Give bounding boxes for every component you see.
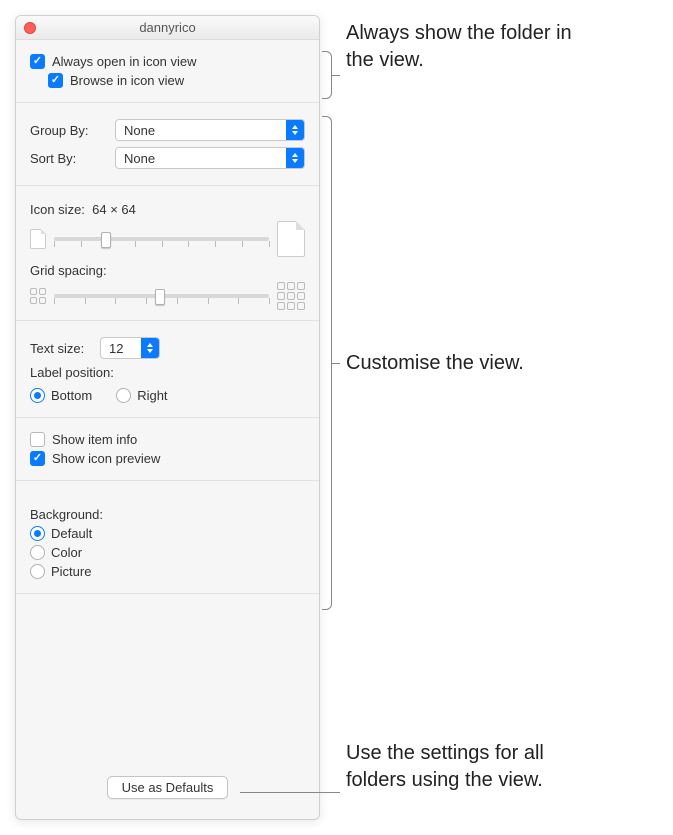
section-background: Background: Default Color Picture [16, 481, 319, 594]
label-pos-bottom-radio[interactable] [30, 388, 45, 403]
chevron-updown-icon [286, 120, 304, 140]
leader-top [332, 75, 340, 76]
section-show: Show item info Show icon preview [16, 418, 319, 481]
chevron-updown-icon [141, 338, 159, 358]
file-icon-small [30, 229, 46, 249]
browse-label: Browse in icon view [70, 73, 184, 88]
section-always-open: Always open in icon view Browse in icon … [16, 40, 319, 103]
label-pos-right-label: Right [137, 388, 167, 403]
icon-size-value: 64 × 64 [92, 202, 136, 217]
bg-color-radio[interactable] [30, 545, 45, 560]
label-pos-bottom-label: Bottom [51, 388, 92, 403]
show-icon-preview-label: Show icon preview [52, 451, 160, 466]
sort-by-label: Sort By: [30, 151, 115, 166]
leader-mid [332, 363, 340, 364]
section-sort: Group By: None Sort By: None [16, 103, 319, 186]
bg-picture-label: Picture [51, 564, 91, 579]
bracket-top [322, 51, 332, 99]
grid-icon-small [30, 288, 46, 304]
bg-default-radio[interactable] [30, 526, 45, 541]
bg-default-label: Default [51, 526, 92, 541]
use-as-defaults-button[interactable]: Use as Defaults [107, 776, 229, 799]
sort-by-select[interactable]: None [115, 147, 305, 169]
browse-checkbox[interactable] [48, 73, 63, 88]
show-item-info-label: Show item info [52, 432, 137, 447]
section-icon-size: Icon size: 64 × 64 Grid spacing: [16, 186, 319, 321]
sort-by-value: None [124, 151, 155, 166]
label-position-label: Label position: [30, 365, 305, 380]
text-size-value: 12 [109, 341, 123, 356]
titlebar: dannyrico [16, 16, 319, 40]
group-by-label: Group By: [30, 123, 115, 138]
label-pos-right-radio[interactable] [116, 388, 131, 403]
icon-size-slider[interactable] [54, 237, 269, 241]
bg-color-label: Color [51, 545, 82, 560]
background-label: Background: [30, 507, 305, 522]
leader-bottom [240, 792, 340, 793]
window-title: dannyrico [16, 20, 319, 35]
grid-icon-large [277, 282, 305, 310]
group-by-value: None [124, 123, 155, 138]
callout-top: Always show the folder in the view. [346, 20, 586, 74]
footer: Use as Defaults [16, 776, 319, 799]
view-options-panel: dannyrico Always open in icon view Brows… [15, 15, 320, 820]
show-icon-preview-checkbox[interactable] [30, 451, 45, 466]
icon-size-label: Icon size: [30, 202, 85, 217]
show-item-info-checkbox[interactable] [30, 432, 45, 447]
bg-picture-radio[interactable] [30, 564, 45, 579]
text-size-select[interactable]: 12 [100, 337, 160, 359]
section-text: Text size: 12 Label position: Bottom Rig… [16, 321, 319, 418]
use-as-defaults-label: Use as Defaults [122, 780, 214, 795]
group-by-select[interactable]: None [115, 119, 305, 141]
grid-spacing-slider[interactable] [54, 294, 269, 298]
callout-mid: Customise the view. [346, 350, 524, 377]
grid-spacing-label: Grid spacing: [30, 263, 305, 278]
bracket-mid [322, 116, 332, 610]
always-open-checkbox[interactable] [30, 54, 45, 69]
chevron-updown-icon [286, 148, 304, 168]
always-open-label: Always open in icon view [52, 54, 197, 69]
text-size-label: Text size: [30, 341, 100, 356]
file-icon-large [277, 221, 305, 257]
callout-bottom: Use the settings for all folders using t… [346, 740, 586, 794]
